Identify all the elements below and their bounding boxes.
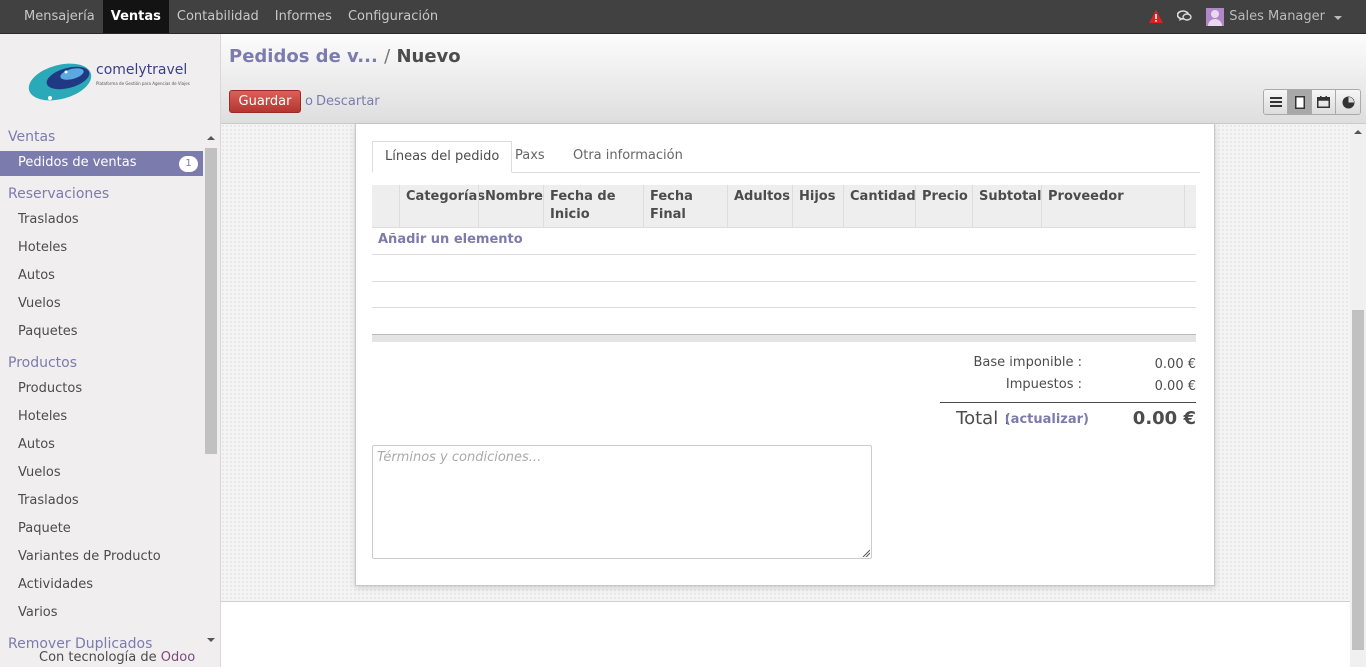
scroll-down-icon[interactable] [207,638,215,642]
column-fecha-final[interactable]: Fecha Final [643,185,727,228]
calendar-view-icon[interactable] [1312,90,1336,114]
chat-icon[interactable] [1177,10,1192,23]
sidebar-item-variantes-de-producto[interactable]: Variantes de Producto [18,549,161,564]
scroll-up-icon[interactable] [1354,130,1362,134]
or-label: o [305,94,313,109]
sidebar-item-hoteles-producto[interactable]: Hoteles [18,409,67,424]
menu-ventas[interactable]: Ventas [102,0,169,33]
user-name: Sales Manager [1229,9,1325,24]
scrollbar-thumb[interactable] [1352,310,1364,650]
column-subtotal[interactable]: Subtotal [972,185,1042,228]
table-row [372,307,1196,308]
section-reservaciones: Reservaciones [8,186,110,202]
impuestos-value: 0.00 € [1154,379,1196,394]
sidebar-item-traslados-producto[interactable]: Traslados [18,493,79,508]
odoo-link[interactable]: Odoo [161,650,195,665]
form-view-icon[interactable] [1288,90,1312,114]
list-view-icon[interactable] [1264,90,1288,114]
tab-otra-informacion[interactable]: Otra información [561,141,695,173]
breadcrumb: Pedidos de v... / Nuevo [229,46,461,67]
content-scrollbar[interactable] [1350,124,1366,667]
totals-divider [940,402,1196,403]
table-footer [372,334,1196,342]
view-switcher [1263,89,1361,115]
add-item-link[interactable]: Añadir un elemento [378,232,523,247]
menu-mensajeria[interactable]: Mensajería [16,0,103,33]
sidebar-item-actividades[interactable]: Actividades [18,577,93,592]
scrollbar-thumb[interactable] [205,148,217,454]
table-row [372,281,1196,282]
update-totals-button[interactable]: (actualizar) [1005,412,1089,427]
main-menu: Mensajería Ventas Contabilidad Informes … [16,0,446,33]
powered-prefix: Con tecnología de [39,650,157,665]
sidebar-item-autos-producto[interactable]: Autos [18,437,55,452]
logo-title: comelytravel [96,62,188,78]
column-precio[interactable]: Precio [915,185,972,228]
column-actions [1184,185,1197,228]
sidebar-item-traslados[interactable]: Traslados [18,212,79,227]
column-proveedor[interactable]: Proveedor [1041,185,1184,228]
column-hijos[interactable]: Hijos [792,185,843,228]
menu-informes[interactable]: Informes [267,0,340,33]
breadcrumb-parent[interactable]: Pedidos de v... [229,46,378,67]
total-label: Total : [956,408,1010,429]
sidebar-item-vuelos[interactable]: Vuelos [18,296,61,311]
chevron-down-icon [1334,15,1342,20]
warning-icon[interactable] [1149,10,1164,23]
notebook-tabs: Líneas del pedido Paxs Otra información [372,141,1200,173]
form-content: Líneas del pedido Paxs Otra información … [221,124,1366,667]
sidebar-item-autos[interactable]: Autos [18,268,55,283]
avatar [1206,7,1225,26]
column-nombre[interactable]: Nombre [478,185,543,228]
save-button[interactable]: Guardar [229,90,301,113]
sidebar-item-pedidos-de-ventas[interactable]: Pedidos de ventas 1 [0,151,203,176]
sidebar-item-paquete[interactable]: Paquete [18,521,71,536]
scroll-up-icon[interactable] [207,136,215,140]
impuestos-label: Impuestos : [1005,377,1082,392]
section-ventas: Ventas [8,129,56,145]
discard-link[interactable]: Descartar [316,94,380,109]
column-categorias[interactable]: Categorías [399,185,485,228]
column-adultos[interactable]: Adultos [727,185,792,228]
resize-grip-icon[interactable] [862,549,870,557]
control-panel: Pedidos de v... / Nuevo Guardar o Descar… [221,34,1366,124]
logo-graphic-icon [28,63,92,101]
user-menu[interactable]: Sales Manager [1206,7,1342,26]
tab-paxs[interactable]: Paxs [503,141,557,173]
base-imponible-label: Base imponible : [973,355,1083,370]
sidebar: comelytravel Plataforma de Gestión para … [0,34,221,667]
sidebar-item-varios[interactable]: Varios [18,605,58,620]
sidebar-item-label: Pedidos de ventas [18,155,137,170]
sidebar-item-productos[interactable]: Productos [18,381,82,396]
breadcrumb-current: Nuevo [396,46,461,67]
tab-lineas-del-pedido[interactable]: Líneas del pedido [372,141,513,173]
table-header: Categorías Nombre Fecha de Inicio Fecha … [372,185,1196,228]
breadcrumb-separator: / [384,46,391,67]
sidebar-scrollbar[interactable] [204,130,218,645]
base-imponible-value: 0.00 € [1154,357,1196,372]
total-value: 0.00 € [1132,408,1196,429]
terms-and-conditions-field[interactable] [372,445,872,559]
column-cantidad[interactable]: Cantidad [843,185,916,228]
logo-subtitle: Plataforma de Gestión para Agencias de V… [96,81,190,86]
sidebar-item-hoteles[interactable]: Hoteles [18,240,67,255]
count-badge: 1 [179,156,198,172]
column-fecha-inicio[interactable]: Fecha de Inicio [543,185,643,228]
section-productos: Productos [8,355,78,371]
sidebar-item-paquetes[interactable]: Paquetes [18,324,78,339]
table-row [372,254,1196,255]
form-sheet: Líneas del pedido Paxs Otra información … [355,124,1215,586]
top-navbar: Mensajería Ventas Contabilidad Informes … [0,0,1366,34]
menu-contabilidad[interactable]: Contabilidad [169,0,267,33]
sidebar-item-vuelos-producto[interactable]: Vuelos [18,465,61,480]
company-logo: comelytravel Plataforma de Gestión para … [26,58,196,108]
menu-configuracion[interactable]: Configuración [340,0,446,33]
powered-by: Con tecnología de Odoo [39,650,195,665]
graph-view-icon[interactable] [1336,90,1360,114]
